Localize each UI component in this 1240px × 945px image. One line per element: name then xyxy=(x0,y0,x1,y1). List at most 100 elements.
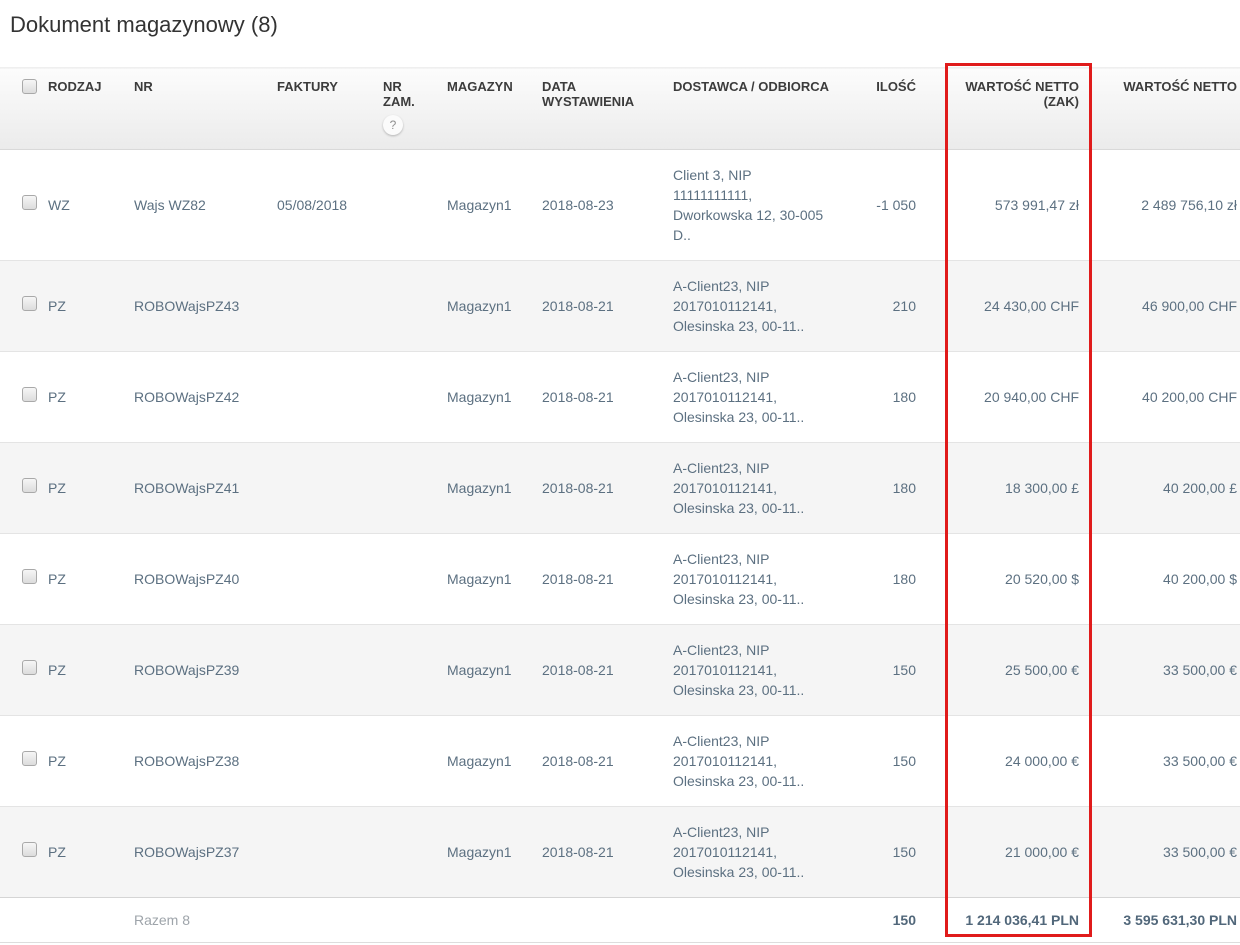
cell-dostawca-odbiorca: Client 3, NIP 11111111111, Dworkowska 12… xyxy=(673,167,824,243)
table-row[interactable]: PZ ROBOWajsPZ41 Magazyn1 2018-08-21 A-Cl… xyxy=(0,442,1240,534)
cell-nr-zam xyxy=(375,150,439,261)
table-row[interactable]: PZ ROBOWajsPZ40 Magazyn1 2018-08-21 A-Cl… xyxy=(0,533,1240,625)
cell-magazyn: Magazyn1 xyxy=(447,662,512,678)
cell-rodzaj: WZ xyxy=(48,197,70,213)
cell-data-wystawienia: 2018-08-21 xyxy=(542,298,614,314)
table-row[interactable]: PZ ROBOWajsPZ37 Magazyn1 2018-08-21 A-Cl… xyxy=(0,806,1240,898)
cell-nr: Wajs WZ82 xyxy=(134,197,206,213)
cell-wartosc-netto-zak: 24 430,00 CHF xyxy=(984,298,1079,314)
summary-wartosc-netto-zak: 1 214 036,41 PLN xyxy=(924,897,1089,943)
cell-dostawca-odbiorca: A-Client23, NIP 2017010112141, Olesinska… xyxy=(673,551,805,607)
cell-faktury xyxy=(269,807,375,898)
row-checkbox[interactable] xyxy=(22,660,37,675)
table-row[interactable]: WZ Wajs WZ82 05/08/2018 Magazyn1 2018-08… xyxy=(0,149,1240,261)
table-row[interactable]: PZ ROBOWajsPZ39 Magazyn1 2018-08-21 A-Cl… xyxy=(0,624,1240,716)
cell-magazyn: Magazyn1 xyxy=(447,753,512,769)
cell-wartosc-netto: 46 900,00 CHF xyxy=(1142,298,1237,314)
help-icon[interactable]: ? xyxy=(383,115,403,135)
table-row[interactable]: PZ ROBOWajsPZ38 Magazyn1 2018-08-21 A-Cl… xyxy=(0,715,1240,807)
cell-wartosc-netto: 40 200,00 CHF xyxy=(1142,389,1237,405)
select-all-cell xyxy=(0,67,40,150)
row-checkbox[interactable] xyxy=(22,296,37,311)
cell-nr: ROBOWajsPZ39 xyxy=(134,662,240,678)
cell-faktury xyxy=(269,625,375,716)
cell-wartosc-netto-zak: 25 500,00 € xyxy=(1005,662,1079,678)
cell-wartosc-netto: 40 200,00 £ xyxy=(1163,480,1237,496)
cell-data-wystawienia: 2018-08-21 xyxy=(542,571,614,587)
cell-nr: ROBOWajsPZ37 xyxy=(134,844,240,860)
cell-ilosc: 150 xyxy=(892,844,916,860)
page-title: Dokument magazynowy (8) xyxy=(10,12,278,37)
cell-data-wystawienia: 2018-08-21 xyxy=(542,480,614,496)
cell-nr: ROBOWajsPZ43 xyxy=(134,298,240,314)
documents-table: RODZAJ NR FAKTURY NR ZAM.? MAGAZYN DATA … xyxy=(0,67,1240,943)
cell-nr-zam xyxy=(375,534,439,625)
cell-magazyn: Magazyn1 xyxy=(447,298,512,314)
cell-dostawca-odbiorca: A-Client23, NIP 2017010112141, Olesinska… xyxy=(673,460,805,516)
cell-nr-zam xyxy=(375,443,439,534)
cell-data-wystawienia: 2018-08-23 xyxy=(542,197,614,213)
row-select-cell xyxy=(0,534,40,625)
row-checkbox[interactable] xyxy=(22,569,37,584)
cell-nr-zam xyxy=(375,807,439,898)
column-header-magazyn: MAGAZYN xyxy=(439,67,534,150)
table-row[interactable]: PZ ROBOWajsPZ42 Magazyn1 2018-08-21 A-Cl… xyxy=(0,351,1240,443)
select-all-checkbox[interactable] xyxy=(22,79,37,94)
cell-wartosc-netto-zak: 18 300,00 £ xyxy=(1005,480,1079,496)
cell-rodzaj: PZ xyxy=(48,298,66,314)
column-header-rodzaj: RODZAJ xyxy=(40,67,126,150)
cell-nr-zam xyxy=(375,352,439,443)
cell-nr: ROBOWajsPZ40 xyxy=(134,571,240,587)
cell-data-wystawienia: 2018-08-21 xyxy=(542,753,614,769)
cell-ilosc: 150 xyxy=(892,662,916,678)
column-header-nr: NR xyxy=(126,67,269,150)
table-header-row: RODZAJ NR FAKTURY NR ZAM.? MAGAZYN DATA … xyxy=(0,67,1240,150)
cell-rodzaj: PZ xyxy=(48,753,66,769)
cell-wartosc-netto-zak: 20 940,00 CHF xyxy=(984,389,1079,405)
cell-faktury xyxy=(269,261,375,352)
cell-rodzaj: PZ xyxy=(48,389,66,405)
cell-magazyn: Magazyn1 xyxy=(447,197,512,213)
cell-dostawca-odbiorca: A-Client23, NIP 2017010112141, Olesinska… xyxy=(673,642,805,698)
cell-ilosc: -1 050 xyxy=(876,197,916,213)
cell-wartosc-netto: 33 500,00 € xyxy=(1163,662,1237,678)
column-header-nr-zam: NR ZAM.? xyxy=(375,67,439,150)
cell-magazyn: Magazyn1 xyxy=(447,571,512,587)
row-checkbox[interactable] xyxy=(22,478,37,493)
cell-nr-zam xyxy=(375,716,439,807)
cell-ilosc: 180 xyxy=(892,480,916,496)
column-header-nr-zam-label: NR ZAM. xyxy=(383,79,415,109)
cell-wartosc-netto-zak: 573 991,47 zł xyxy=(994,197,1079,213)
cell-data-wystawienia: 2018-08-21 xyxy=(542,844,614,860)
cell-faktury xyxy=(269,716,375,807)
summary-label: Razem 8 xyxy=(126,897,269,943)
cell-ilosc: 180 xyxy=(892,571,916,587)
cell-nr: ROBOWajsPZ38 xyxy=(134,753,240,769)
column-header-wartosc-netto-zak: WARTOŚĆ NETTO (ZAK) xyxy=(924,67,1089,150)
cell-faktury xyxy=(269,352,375,443)
cell-data-wystawienia: 2018-08-21 xyxy=(542,662,614,678)
row-checkbox[interactable] xyxy=(22,195,37,210)
cell-faktury xyxy=(269,443,375,534)
cell-dostawca-odbiorca: A-Client23, NIP 2017010112141, Olesinska… xyxy=(673,733,805,789)
cell-nr-zam xyxy=(375,625,439,716)
cell-rodzaj: PZ xyxy=(48,571,66,587)
cell-nr: ROBOWajsPZ42 xyxy=(134,389,240,405)
cell-wartosc-netto-zak: 21 000,00 € xyxy=(1005,844,1079,860)
column-header-faktury: FAKTURY xyxy=(269,67,375,150)
cell-nr: ROBOWajsPZ41 xyxy=(134,480,240,496)
column-header-dostawca-odbiorca: DOSTAWCA / ODBIORCA xyxy=(665,67,860,150)
summary-row: Razem 8 150 1 214 036,41 PLN 3 595 631,3… xyxy=(0,897,1240,943)
row-select-cell xyxy=(0,625,40,716)
column-header-ilosc: ILOŚĆ xyxy=(860,67,924,150)
row-checkbox[interactable] xyxy=(22,751,37,766)
row-checkbox[interactable] xyxy=(22,387,37,402)
table-row[interactable]: PZ ROBOWajsPZ43 Magazyn1 2018-08-21 A-Cl… xyxy=(0,260,1240,352)
row-checkbox[interactable] xyxy=(22,842,37,857)
column-header-wartosc-netto: WARTOŚĆ NETTO xyxy=(1089,67,1240,150)
cell-ilosc: 180 xyxy=(892,389,916,405)
cell-nr-zam xyxy=(375,261,439,352)
cell-wartosc-netto: 33 500,00 € xyxy=(1163,844,1237,860)
cell-rodzaj: PZ xyxy=(48,480,66,496)
cell-faktury: 05/08/2018 xyxy=(277,197,348,213)
